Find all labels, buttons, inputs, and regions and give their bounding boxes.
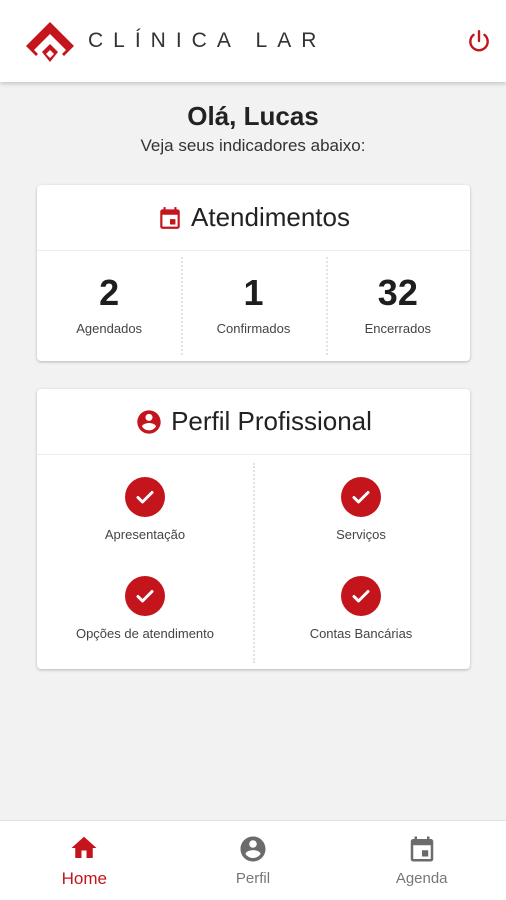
stat-label: Confirmados <box>216 321 291 336</box>
calendar-icon <box>160 206 180 229</box>
clinica-lar-logo-icon <box>26 22 74 62</box>
checklist-item-label: Contas Bancárias <box>309 626 413 641</box>
power-icon[interactable] <box>466 28 492 54</box>
atendimentos-card: Atendimentos 2 Agendados 1 Confirmados 3… <box>37 185 470 361</box>
home-icon <box>71 836 97 858</box>
stat-value: 1 <box>243 272 264 313</box>
atendimentos-stats: 2 Agendados 1 Confirmados 32 Encerrados <box>37 251 470 361</box>
checklist-item-opcoes-atendimento[interactable]: Opções de atendimento <box>37 576 253 641</box>
account-circle-icon <box>137 409 161 434</box>
stat-value: 2 <box>99 272 120 313</box>
checklist-item-label: Serviços <box>336 527 386 542</box>
check-icon <box>125 477 165 517</box>
perfil-card-header: Perfil Profissional <box>37 389 470 455</box>
nav-item-home[interactable]: Home <box>0 821 169 900</box>
check-icon <box>125 576 165 616</box>
perfil-checklist: Apresentação Serviços Opções de atendime… <box>37 455 470 669</box>
nav-item-agenda[interactable]: Agenda <box>337 821 506 900</box>
brand-name: CLÍNICA LAR <box>88 29 327 52</box>
account-circle-icon <box>240 836 266 862</box>
greeting-subtitle: Veja seus indicadores abaixo: <box>140 136 366 155</box>
checklist-item-apresentacao[interactable]: Apresentação <box>37 477 253 542</box>
stat-encerrados[interactable]: 32 Encerrados <box>325 251 470 361</box>
stat-confirmados[interactable]: 1 Confirmados <box>181 251 325 361</box>
check-icon <box>341 477 381 517</box>
nav-item-perfil[interactable]: Perfil <box>169 821 338 900</box>
checklist-item-label: Apresentação <box>104 527 186 542</box>
checklist-item-servicos[interactable]: Serviços <box>253 477 469 542</box>
stat-label: Encerrados <box>364 321 432 336</box>
bottom-navigation: Home Perfil Agenda <box>0 820 506 900</box>
stat-agendados[interactable]: 2 Agendados <box>37 251 181 361</box>
greeting: Olá, Lucas Veja seus indicadores abaixo: <box>0 100 506 158</box>
stat-value: 32 <box>377 272 418 313</box>
greeting-title: Olá, Lucas <box>187 101 319 131</box>
perfil-title: Perfil Profissional <box>171 406 372 436</box>
nav-label-home: Home <box>61 868 108 888</box>
perfil-profissional-card: Perfil Profissional Apresentação Serviço… <box>37 389 470 669</box>
atendimentos-title: Atendimentos <box>191 202 350 232</box>
nav-label-perfil: Perfil <box>235 870 271 887</box>
checklist-item-contas-bancarias[interactable]: Contas Bancárias <box>253 576 469 641</box>
check-icon <box>341 576 381 616</box>
app-bar: CLÍNICA LAR <box>0 0 506 82</box>
stat-label: Agendados <box>76 321 143 336</box>
checklist-item-label: Opções de atendimento <box>75 626 215 641</box>
nav-label-agenda: Agenda <box>395 870 448 887</box>
atendimentos-card-header: Atendimentos <box>37 185 470 251</box>
calendar-icon <box>410 836 433 862</box>
